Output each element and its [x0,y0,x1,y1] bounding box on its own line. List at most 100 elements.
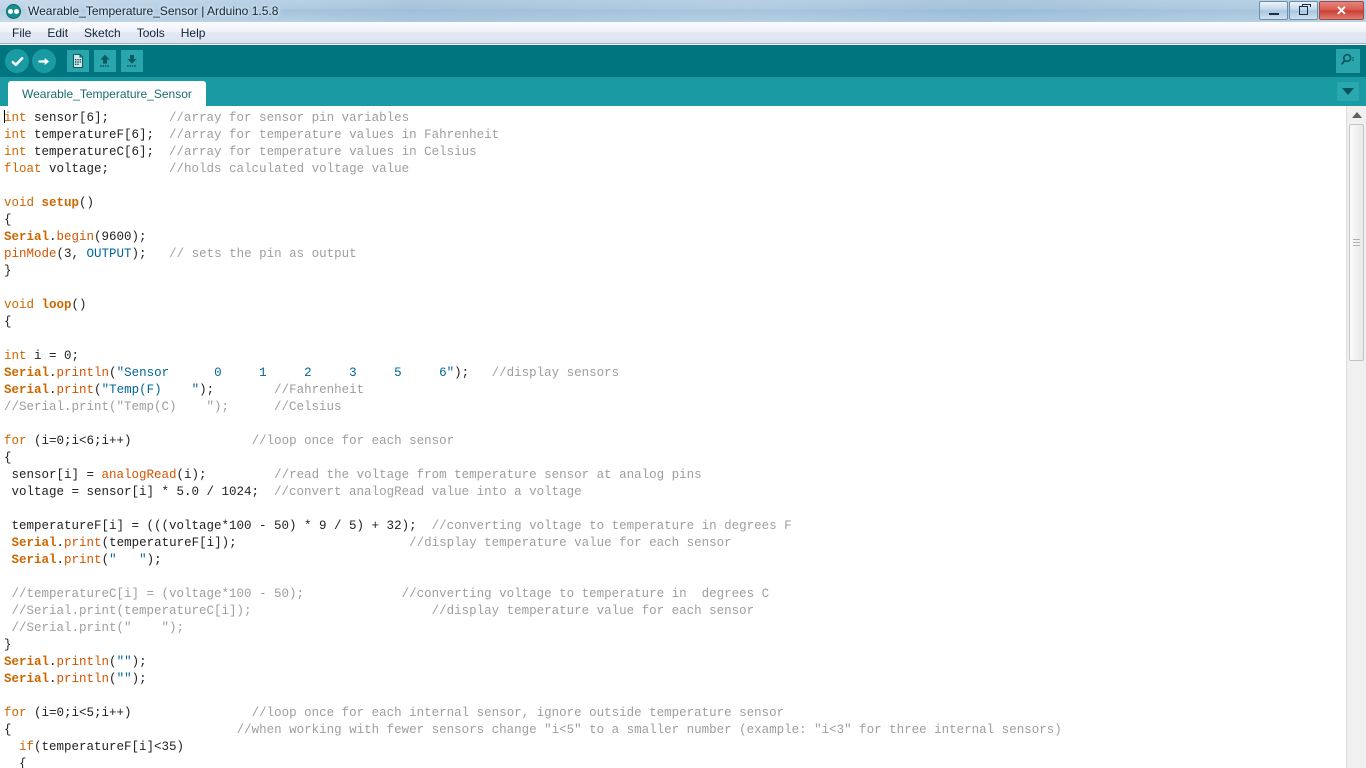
code-token-cmt: //when working with fewer sensors change… [236,723,1062,737]
code-token-pl: (temperatureF[i]<35) [34,740,185,754]
tab-label: Wearable_Temperature_Sensor [22,86,192,101]
menu-item-sketch[interactable]: Sketch [76,24,129,42]
close-button[interactable]: ✕ [1319,1,1364,20]
code-token-fn: begin [56,230,95,244]
code-token-pl: () [71,298,87,312]
code-line: int i = 0; [4,348,1346,365]
code-token-pl: ( [109,366,117,380]
code-token-cmt: //temperatureC[i] = (voltage*100 - 50); … [4,587,770,601]
code-line: { [4,314,1346,331]
code-token-pl: ); [131,655,147,669]
maximize-button[interactable] [1289,1,1318,20]
code-line: //Serial.print(temperatureC[i]); //displ… [4,603,1346,620]
code-token-pl: . [49,655,57,669]
code-token-cmt: //loop once for each sensor [251,434,455,448]
code-token-fn: print [56,383,95,397]
code-token-pl: ); [131,672,147,686]
minimize-icon [1268,12,1279,15]
code-token-pl: temperatureF[i] = (((voltage*100 - 50) *… [4,519,432,533]
code-token-pl: sensor[i] = [4,468,102,482]
code-token-cmt: //array for temperature values in Celsiu… [169,145,477,159]
code-token-cmt: //array for sensor pin variables [169,111,410,125]
new-button[interactable] [66,49,90,73]
code-token-fnb: loop [41,298,72,312]
code-token-pl: . [56,536,65,550]
tab-bar: Wearable_Temperature_Sensor [0,77,1366,106]
code-token-pl: temperatureF[6]; [26,128,170,142]
code-line: { //when working with fewer sensors chan… [4,722,1346,739]
code-line: pinMode(3, OUTPUT); // sets the pin as o… [4,246,1346,263]
new-document-icon [67,50,89,72]
code-line: Serial.println(""); [4,671,1346,688]
menu-item-edit[interactable]: Edit [39,24,76,42]
menu-item-tools[interactable]: Tools [129,24,173,42]
verify-button[interactable] [5,49,29,73]
arrow-up-icon [94,50,116,72]
code-token-pl: . [56,553,65,567]
code-token-pl: ( [109,672,117,686]
code-token-pl: { [4,757,27,768]
vertical-scrollbar[interactable] [1346,106,1366,768]
code-editor[interactable]: int sensor[6]; //array for sensor pin va… [0,106,1366,768]
code-line: Serial.print(" "); [4,552,1346,569]
code-token-pl: () [79,196,95,210]
code-token-pl: voltage; [41,162,170,176]
arduino-ide-window: Wearable_Temperature_Sensor | Arduino 1.… [0,0,1366,768]
code-line: } [4,263,1346,280]
scrollbar-thumb[interactable] [1349,124,1364,361]
code-token-cmt: //converting voltage to temperature in d… [431,519,792,533]
code-token-cmt: //read the voltage from temperature sens… [274,468,702,482]
save-button[interactable] [120,49,144,73]
upload-button[interactable] [32,49,56,73]
code-token-fnb: setup [41,196,80,210]
code-token-pl: (i=0;i<6;i++) [26,434,252,448]
code-text[interactable]: int sensor[6]; //array for sensor pin va… [0,106,1346,768]
code-token-pl: . [49,366,57,380]
code-token-fnb: Serial [4,366,50,380]
window-title: Wearable_Temperature_Sensor | Arduino 1.… [28,4,279,18]
check-icon [5,49,29,73]
menu-bar: File Edit Sketch Tools Help [0,22,1366,44]
open-button[interactable] [93,49,117,73]
code-token-pl: temperatureC[6]; [26,145,170,159]
code-token-cmt: //convert analogRead value into a voltag… [274,485,582,499]
code-token-pl: voltage = sensor[i] * 5.0 / 1024; [4,485,275,499]
restore-icon [1299,4,1311,15]
code-line: //temperatureC[i] = (voltage*100 - 50); … [4,586,1346,603]
code-token-pl: (temperatureF[i]); [101,536,410,550]
arduino-infinity-icon [6,3,21,19]
tab-dropdown-button[interactable] [1337,82,1359,101]
code-line: } [4,637,1346,654]
code-token-cmt: //holds calculated voltage value [169,162,410,176]
serial-monitor-button[interactable] [1336,49,1360,73]
code-line: Serial.println("Sensor 0 1 2 3 5 6"); //… [4,365,1346,382]
code-token-fn: println [56,655,110,669]
toolbar [0,45,1366,77]
code-token-pl: ( [94,383,102,397]
scroll-up-button[interactable] [1347,106,1366,124]
menu-item-file[interactable]: File [4,24,39,42]
code-token-kw: int [4,128,27,142]
code-token-pl: ( [101,553,110,567]
code-token-cmt: // sets the pin as output [169,247,357,261]
code-line: void loop() [4,297,1346,314]
code-line: Serial.print("Temp(F) "); //Fahrenheit [4,382,1346,399]
tab-wearable-temperature-sensor[interactable]: Wearable_Temperature_Sensor [8,81,206,106]
code-line: //Serial.print("Temp(C) "); //Celsius [4,399,1346,416]
code-token-pl: (3, [56,247,87,261]
minimize-button[interactable] [1259,1,1288,20]
code-token-kw: int [4,145,27,159]
code-token-fn: print [64,553,102,567]
code-token-kw: void [4,298,35,312]
code-token-lit: OUTPUT [86,247,132,261]
code-token-kw: int [4,111,27,125]
code-token-pl: . [49,383,57,397]
arrow-right-icon [32,49,56,73]
menu-item-help[interactable]: Help [173,24,214,42]
code-token-kw: for [4,706,27,720]
code-token-pl: } [4,264,12,278]
